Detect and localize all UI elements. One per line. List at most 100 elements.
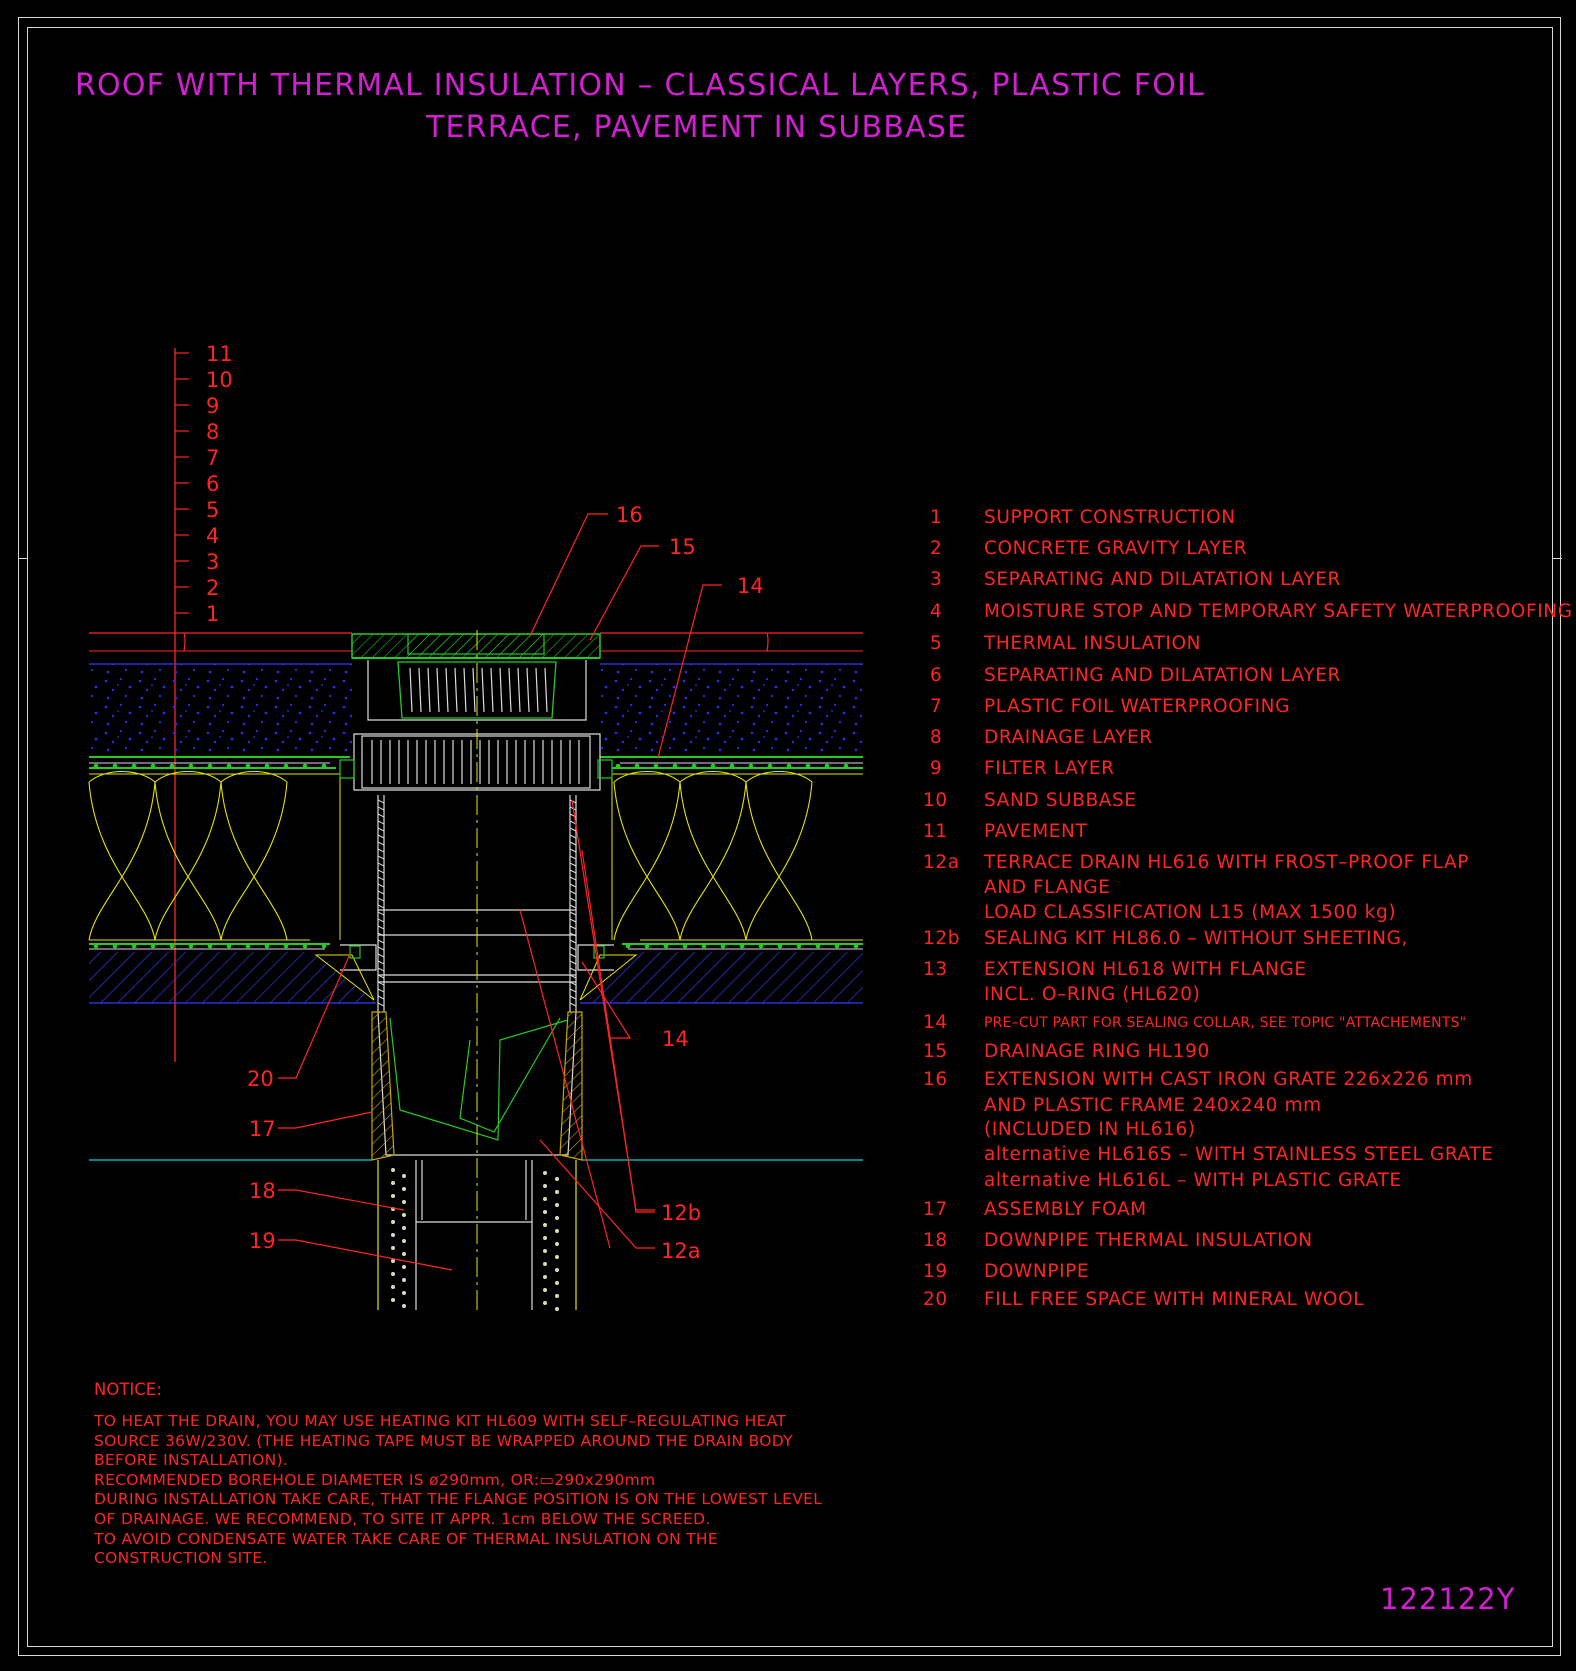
legend-text: SAND SUBBASE	[984, 790, 1137, 811]
pipe-rib	[569, 848, 577, 853]
pipe-insulation-dot	[554, 1241, 559, 1246]
pipe-rib	[377, 960, 385, 965]
membrane-fastener	[625, 943, 631, 949]
pipe-insulation-dot	[391, 1271, 396, 1276]
membrane-fastener	[653, 763, 659, 769]
legend-text: THERMAL INSULATION	[984, 633, 1202, 654]
grate-bar	[409, 667, 413, 713]
membrane-fastener	[131, 943, 137, 949]
pipe-insulation-dot	[402, 1225, 407, 1230]
legend-text: MOISTURE STOP AND TEMPORARY SAFETY WATER…	[984, 601, 1573, 622]
membrane-fastener	[729, 763, 735, 769]
pipe-rib	[569, 841, 577, 846]
legend-text: PLASTIC FOIL WATERPROOFING	[984, 696, 1291, 717]
legend-text: EXTENSION HL618 WITH FLANGE	[984, 959, 1307, 980]
notice-title: NOTICE:	[94, 1380, 162, 1399]
legend-text: FILL FREE SPACE WITH MINERAL WOOL	[984, 1289, 1365, 1310]
pipe-insulation-dot	[402, 1264, 407, 1269]
membrane-fastener	[634, 763, 640, 769]
membrane-fastener	[226, 763, 232, 769]
legend-number: 15	[923, 1041, 948, 1062]
pipe-insulation-dot	[402, 1238, 407, 1243]
membrane-fastener	[710, 763, 716, 769]
membrane-fastener	[207, 763, 213, 769]
pipe-rib	[569, 876, 577, 881]
legend-number: 2	[930, 538, 943, 559]
pipe-insulation-dot	[391, 1297, 396, 1302]
membrane-fastener	[748, 763, 754, 769]
legend-number: 5	[930, 633, 943, 654]
membrane-fastener	[853, 943, 859, 949]
grate-bar	[544, 667, 548, 713]
membrane-fastener	[264, 763, 270, 769]
membrane-fastener	[758, 943, 764, 949]
thermal-insulation-layer	[88, 771, 863, 941]
membrane-fastener	[796, 943, 802, 949]
membrane-fastener	[691, 763, 697, 769]
pipe-insulation-dot	[554, 1280, 559, 1285]
legend-number: 9	[930, 758, 943, 779]
pipe-rib	[377, 841, 385, 846]
legend-number: 18	[923, 1230, 948, 1251]
pipe-rib	[569, 911, 577, 916]
notice-line: DURING INSTALLATION TAKE CARE, THAT THE …	[94, 1490, 823, 1509]
insulation-wave	[679, 771, 747, 941]
callout-leaders	[278, 513, 722, 1271]
pipe-rib	[569, 897, 577, 902]
pipe-rib	[569, 834, 577, 839]
grate-bar	[472, 667, 476, 713]
legend-number: 11	[923, 821, 948, 842]
pipe-insulation-dot	[542, 1261, 547, 1266]
pipe-rib	[377, 855, 385, 860]
legend-number: 3	[930, 569, 943, 590]
insulation-wave	[745, 771, 813, 941]
pipe-rib	[569, 918, 577, 923]
membrane-fastener	[150, 763, 156, 769]
membrane-fastener	[226, 943, 232, 949]
pipe-rib	[377, 820, 385, 825]
notice-line: SOURCE 36W/230V. (THE HEATING TAPE MUST …	[94, 1431, 793, 1450]
pipe-rib	[569, 827, 577, 832]
pipe-insulation-dot	[402, 1199, 407, 1204]
legend-number: 1	[930, 507, 943, 528]
scale-label: 9	[206, 394, 219, 418]
legend-text: DRAINAGE RING HL190	[984, 1041, 1210, 1062]
membrane-fastener	[302, 943, 308, 949]
callout-labels: 16 15 14 14 20 17 18 19 12b 12a	[247, 503, 764, 1263]
membrane-fastener	[188, 763, 194, 769]
pipe-rib	[377, 904, 385, 909]
pipe-insulation-dot	[391, 1180, 396, 1185]
pipe-rib	[377, 897, 385, 902]
scale-label: 7	[206, 446, 219, 470]
legend-number: 6	[930, 665, 943, 686]
pipe-insulation-dot	[391, 1232, 396, 1237]
legend-text: DOWNPIPE	[984, 1261, 1090, 1282]
insulation-wave	[220, 771, 288, 941]
notice-text: TO HEAT THE DRAIN, YOU MAY USE HEATING K…	[94, 1412, 822, 1569]
pipe-rib	[377, 876, 385, 881]
callout-19: 19	[249, 1229, 276, 1253]
membrane-fastener	[321, 943, 327, 949]
pipe-insulation-dot	[402, 1303, 407, 1308]
legend-text: TERRACE DRAIN HL616 WITH FROST–PROOF FLA…	[984, 852, 1469, 873]
pipe-rib	[569, 855, 577, 860]
grate-bar	[436, 667, 440, 713]
notice-line: RECOMMENDED BOREHOLE DIAMETER IS ø290mm,…	[94, 1470, 656, 1489]
pipe-insulation-dot	[402, 1173, 407, 1178]
pipe-insulation-dot	[554, 1293, 559, 1298]
membrane-fastener	[131, 763, 137, 769]
pipe-rib	[569, 862, 577, 867]
membrane-fastener	[169, 943, 175, 949]
callout-20: 20	[247, 1067, 274, 1091]
membrane-fastener	[245, 763, 251, 769]
legend-number: 12a	[923, 852, 960, 873]
membrane-fastener	[815, 943, 821, 949]
scale-label: 3	[206, 550, 219, 574]
pipe-rib	[569, 960, 577, 965]
grate-bar	[463, 667, 467, 713]
legend-text: DOWNPIPE THERMAL INSULATION	[984, 1230, 1313, 1251]
membrane-fastener	[112, 943, 118, 949]
grate-bar	[490, 667, 494, 713]
concrete-gravity-layer	[89, 952, 863, 1004]
pipe-insulation-dot	[391, 1284, 396, 1289]
